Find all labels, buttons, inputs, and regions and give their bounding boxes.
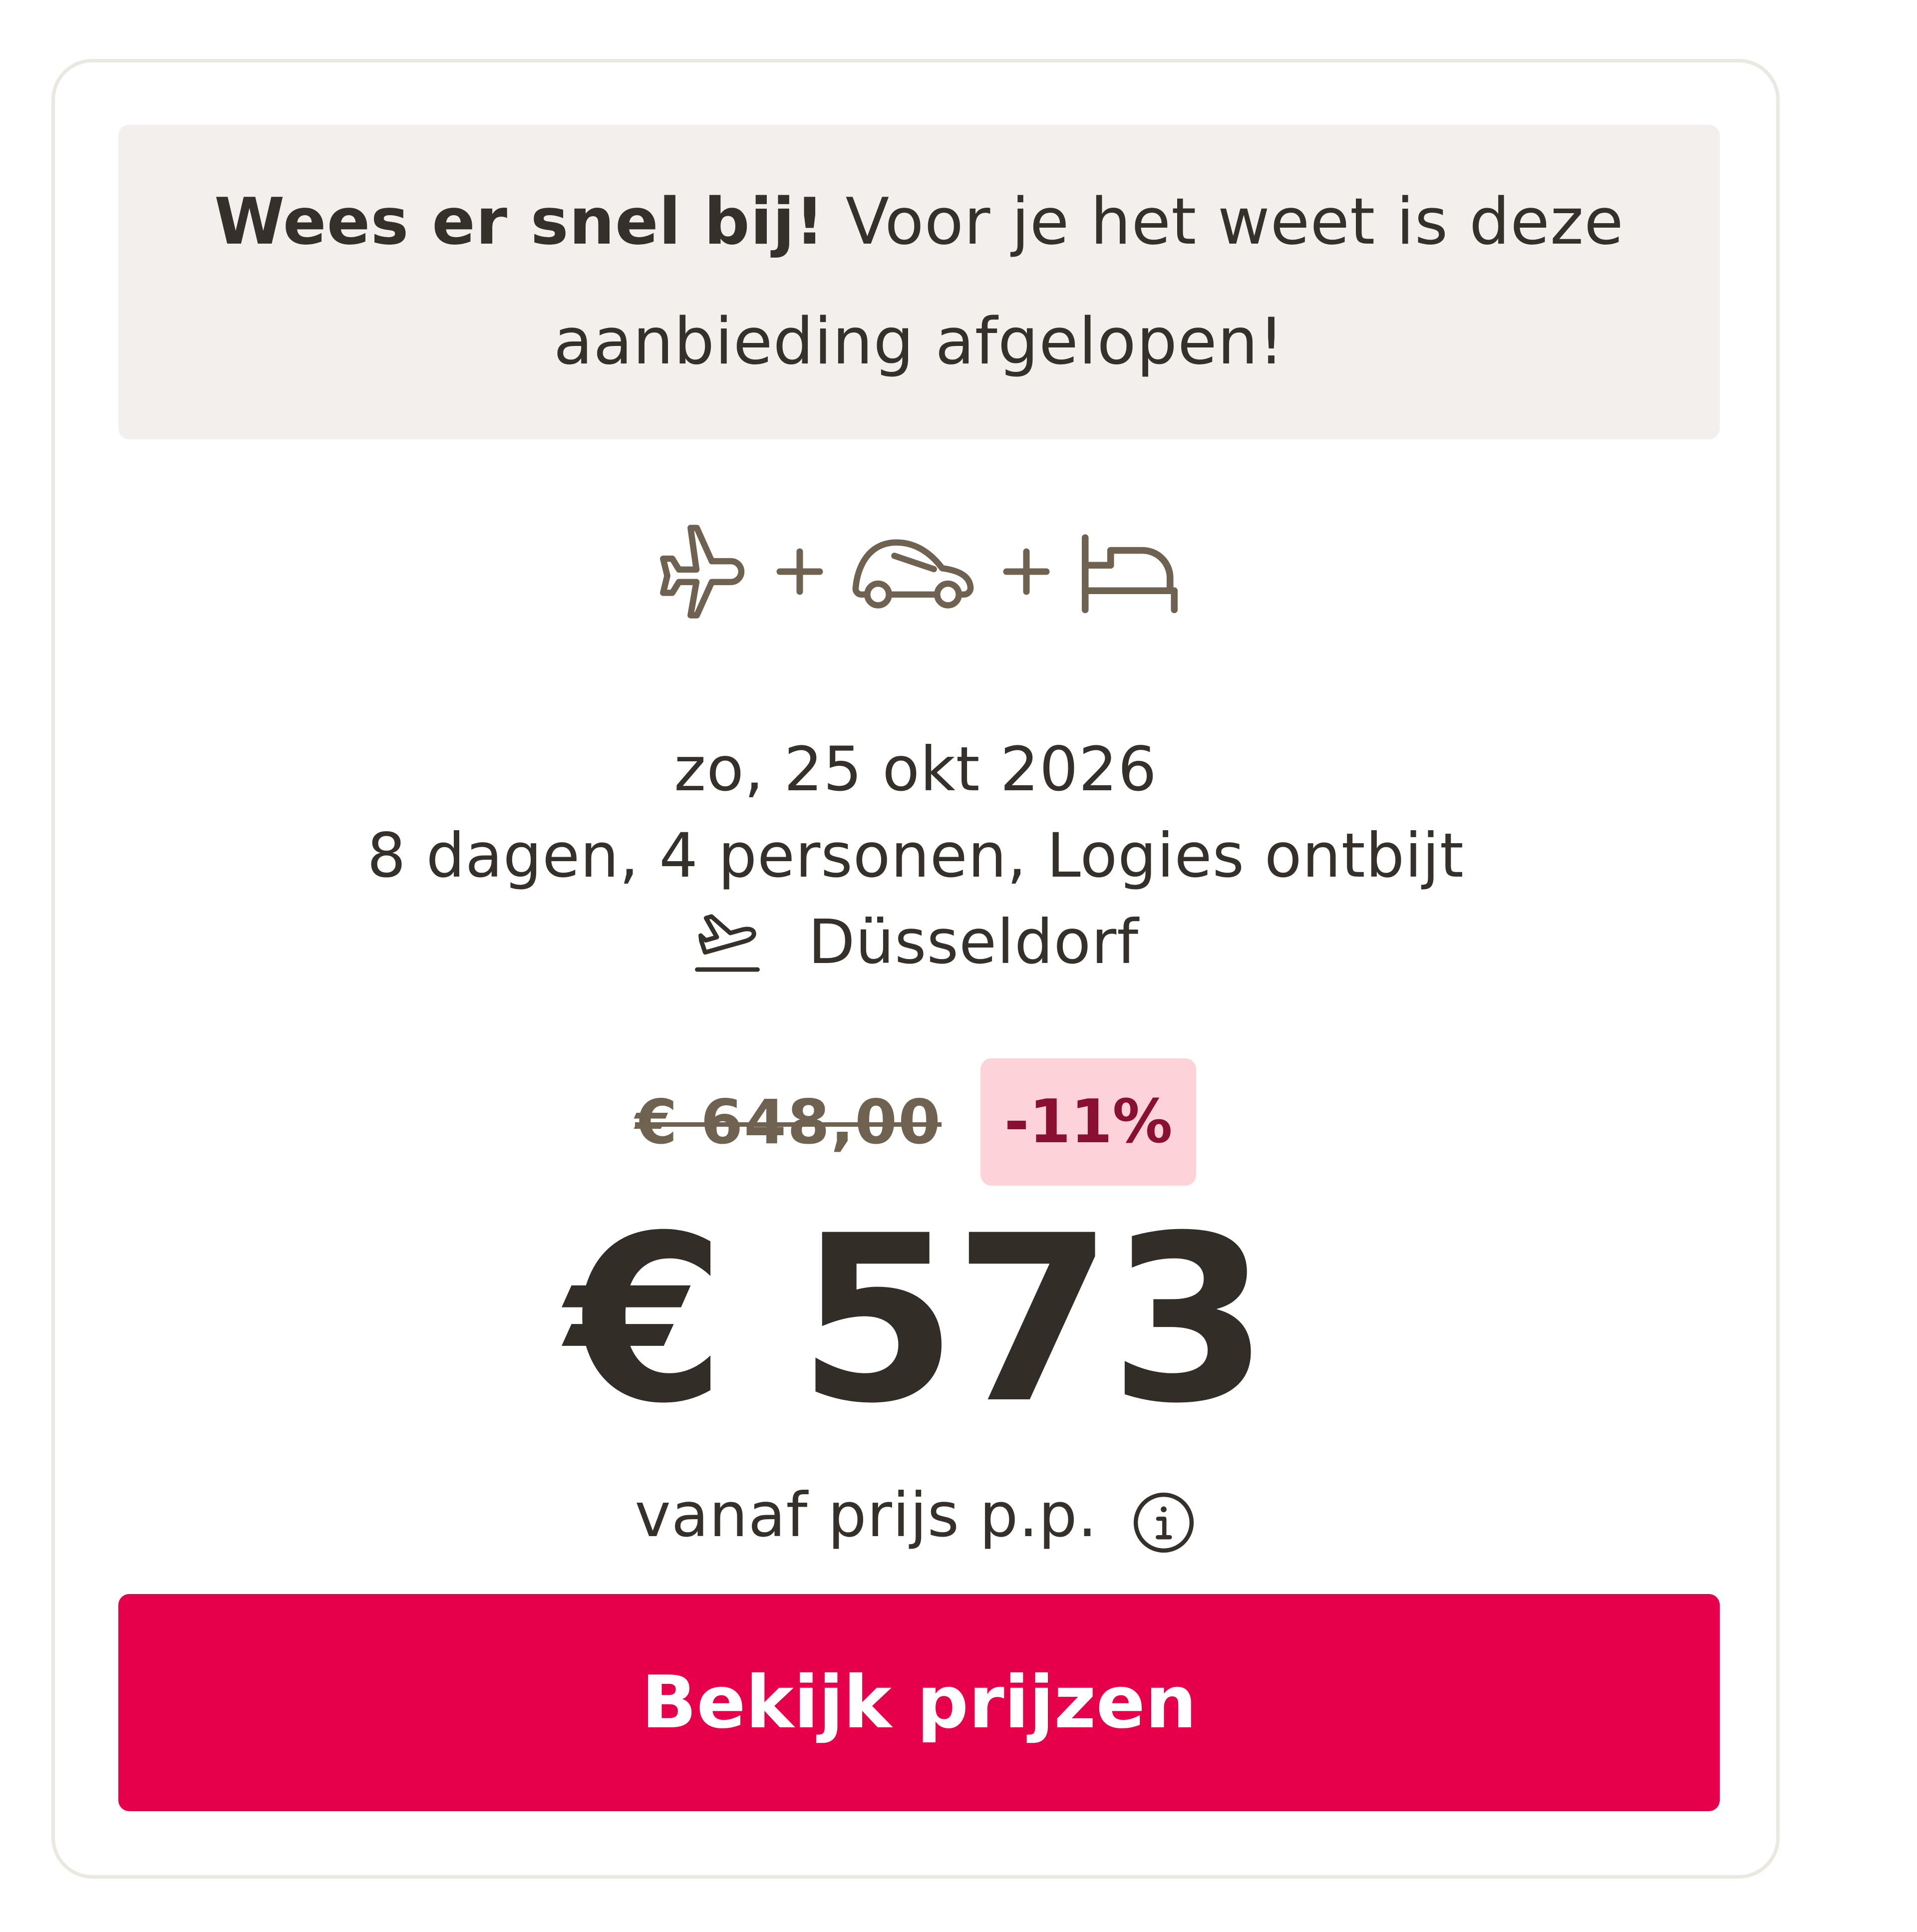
trip-info: zo, 25 okt 2026 8 dagen, 4 personen, Log… [55, 726, 1776, 985]
plane-departure-icon [692, 910, 762, 975]
bed-icon [1077, 529, 1182, 614]
price-per-person-label: vanaf prijs p.p. [635, 1480, 1098, 1551]
urgency-notice: Wees er snel bij! Voor je het weet is de… [118, 125, 1720, 439]
trip-date: zo, 25 okt 2026 [674, 734, 1157, 805]
plus-separator-2 [1001, 547, 1051, 597]
trip-details: 8 dagen, 4 personen, Logies ontbijt [367, 820, 1464, 891]
old-price: € 648,00 [635, 1086, 942, 1158]
plus-separator-1 [775, 547, 825, 597]
info-icon[interactable] [1131, 1490, 1196, 1555]
price-note-row: vanaf prijs p.p. [55, 1475, 1776, 1555]
offer-card: Wees er snel bij! Voor je het weet is de… [51, 59, 1780, 1879]
current-price: € 573 [566, 1187, 1269, 1454]
car-icon [851, 529, 975, 614]
discount-badge: -11% [980, 1058, 1197, 1186]
view-prices-button[interactable]: Bekijk prijzen [118, 1594, 1720, 1811]
urgency-notice-bold: Wees er snel bij! [214, 185, 825, 259]
departure-row: Düsseldorf [55, 899, 1776, 985]
discount-row: € 648,00 -11% [55, 1058, 1776, 1186]
departure-airport: Düsseldorf [808, 907, 1139, 977]
urgency-notice-text: Wees er snel bij! Voor je het weet is de… [173, 162, 1665, 402]
plane-icon [649, 522, 749, 622]
package-icons [55, 512, 1776, 632]
